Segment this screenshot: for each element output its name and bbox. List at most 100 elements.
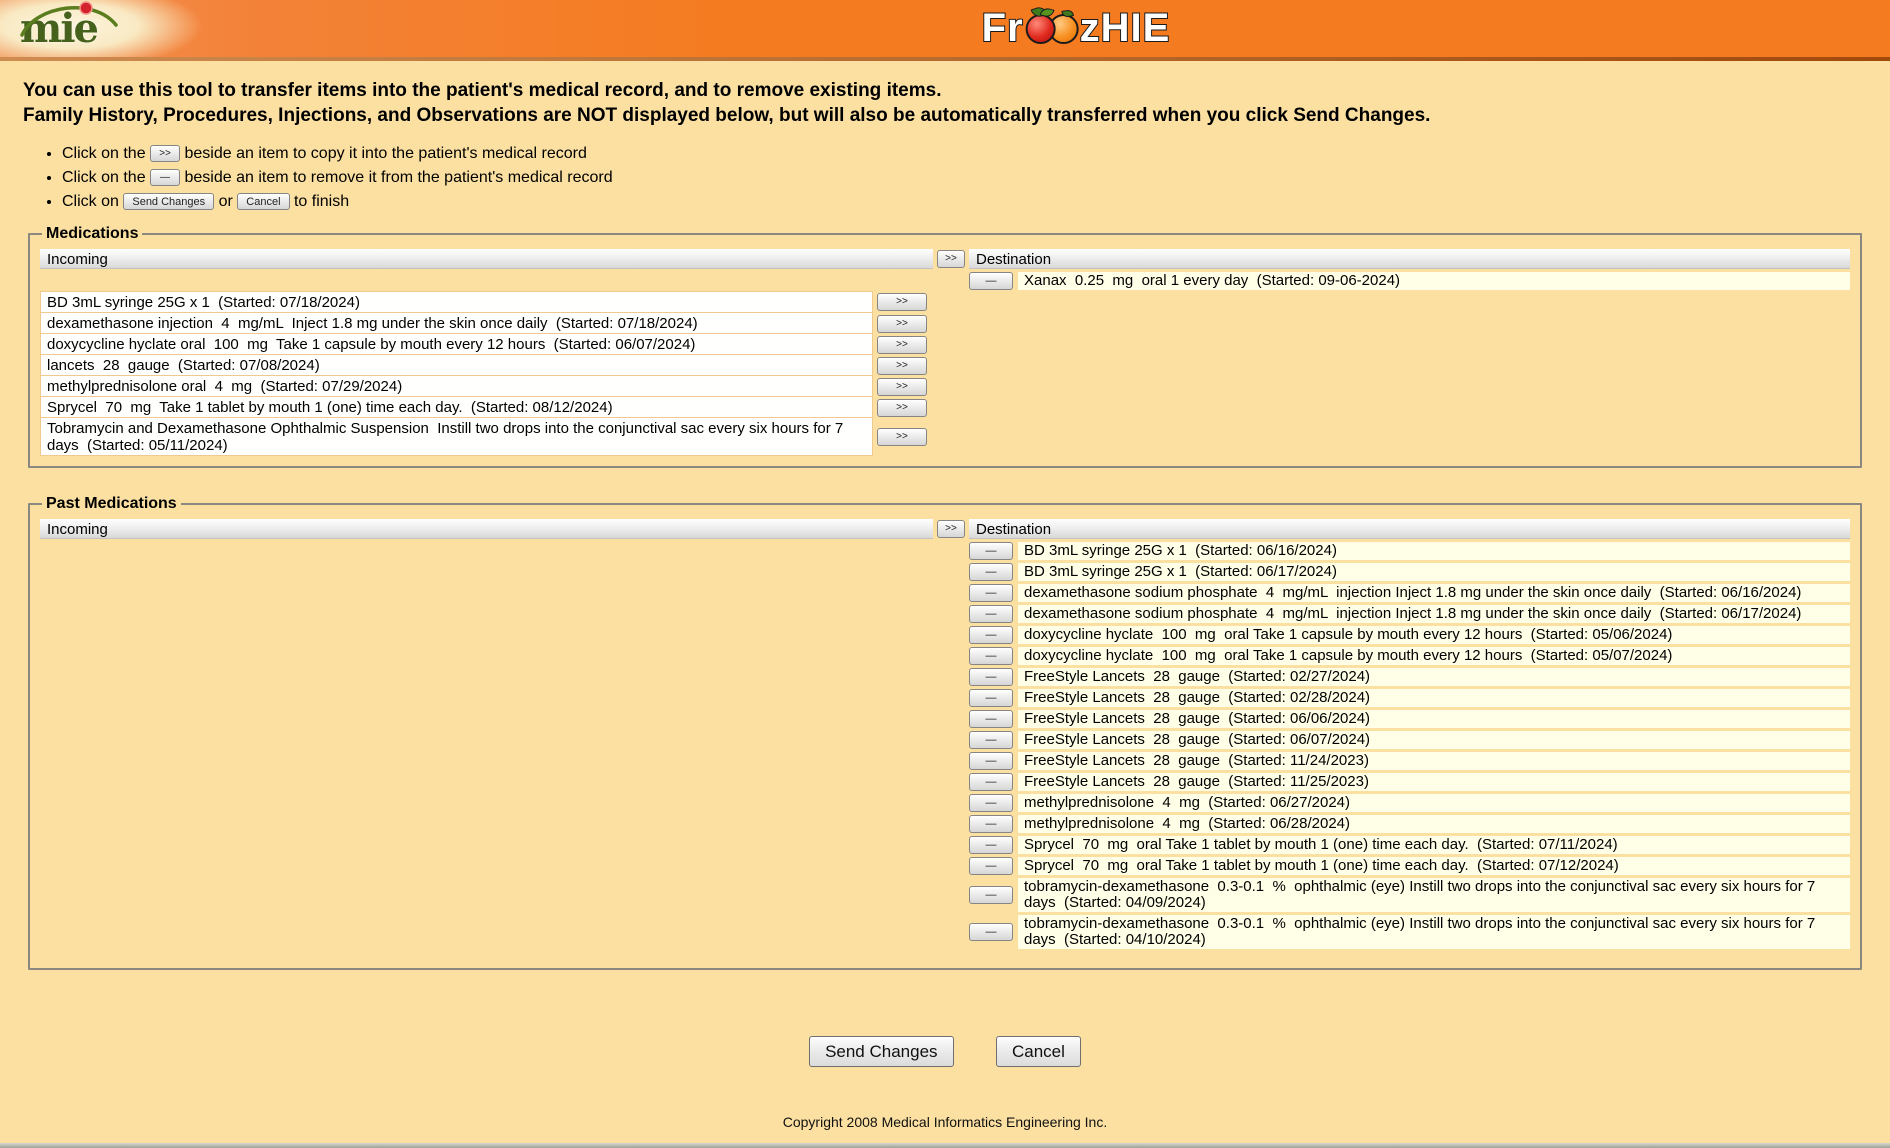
remove-item-button[interactable]: — [969,626,1013,644]
destination-medication-row: — Xanax 0.25 mg oral 1 every day (Starte… [969,272,1850,290]
incoming-medication-row: BD 3mL syringe 25G x 1 (Started: 07/18/2… [40,291,933,313]
destination-medication-text: FreeStyle Lancets 28 gauge (Started: 06/… [1018,731,1850,749]
destination-medication-text: Xanax 0.25 mg oral 1 every day (Started:… [1018,272,1850,290]
remove-item-button[interactable]: — [969,605,1013,623]
medications-section: Medications Incoming >> Destination BD 3… [28,225,1862,468]
remove-item-button[interactable]: — [969,794,1013,812]
remove-item-button[interactable]: — [969,752,1013,770]
incoming-medication-text: methylprednisolone oral 4 mg (Started: 0… [40,376,873,397]
destination-medication-text: tobramycin-dexamethasone 0.3-0.1 % ophth… [1018,878,1850,912]
incoming-medication-text: Sprycel 70 mg Take 1 tablet by mouth 1 (… [40,397,873,418]
destination-medication-row: — FreeStyle Lancets 28 gauge (Started: 1… [969,752,1850,770]
remove-item-button[interactable]: — [969,647,1013,665]
destination-medication-row: — FreeStyle Lancets 28 gauge (Started: 0… [969,710,1850,728]
copyright-text: Copyright 2008 Medical Informatics Engin… [0,1114,1890,1130]
remove-item-button[interactable]: — [969,710,1013,728]
past-medications-legend: Past Medications [42,495,181,513]
froozhie-logo-prefix: Fr [982,6,1024,50]
remove-item-button[interactable]: — [969,668,1013,686]
copy-item-button[interactable]: >> [877,293,927,311]
remove-item-button[interactable]: — [969,272,1013,290]
send-changes-button[interactable]: Send Changes [809,1036,953,1067]
destination-medication-text: Sprycel 70 mg oral Take 1 tablet by mout… [1018,836,1850,854]
destination-medication-row: — Sprycel 70 mg oral Take 1 tablet by mo… [969,836,1850,854]
destination-medication-row: — FreeStyle Lancets 28 gauge (Started: 0… [969,689,1850,707]
cancel-button[interactable]: Cancel [996,1036,1081,1067]
intro-line-2: Family History, Procedures, Injections, … [23,103,1866,128]
destination-medication-text: dexamethasone sodium phosphate 4 mg/mL i… [1018,584,1850,602]
destination-medication-row: — FreeStyle Lancets 28 gauge (Started: 0… [969,668,1850,686]
instruction-text: beside an item to remove it from the pat… [185,169,613,186]
remove-item-button[interactable]: — [969,731,1013,749]
destination-medication-text: FreeStyle Lancets 28 gauge (Started: 11/… [1018,752,1850,770]
destination-medication-text: FreeStyle Lancets 28 gauge (Started: 02/… [1018,689,1850,707]
remove-item-button[interactable]: — [969,886,1013,904]
apple-icon [1026,14,1056,44]
mie-logo: mie [12,1,124,56]
copy-item-button[interactable]: >> [877,428,927,446]
destination-medication-row: — dexamethasone sodium phosphate 4 mg/mL… [969,605,1850,623]
incoming-medication-row: doxycycline hyclate oral 100 mg Take 1 c… [40,334,933,355]
remove-item-button[interactable]: — [969,542,1013,560]
copy-item-button[interactable]: >> [877,399,927,417]
intro-text: You can use this tool to transfer items … [23,78,1866,128]
copy-item-button[interactable]: >> [877,378,927,396]
destination-medications-list: — Xanax 0.25 mg oral 1 every day (Starte… [969,272,1850,293]
copy-all-button[interactable]: >> [937,520,965,538]
instructions-list: Click on the >> beside an item to copy i… [62,143,1890,213]
past-medications-section: Past Medications Incoming >> Destination… [28,495,1862,970]
past-medications-column-headers: Incoming >> Destination [40,519,1850,539]
remove-item-button[interactable]: — [969,584,1013,602]
copy-item-button[interactable]: >> [877,357,927,375]
remove-item-button[interactable]: — [969,857,1013,875]
intro-line-1: You can use this tool to transfer items … [23,78,1866,103]
destination-medication-text: Sprycel 70 mg oral Take 1 tablet by mout… [1018,857,1850,875]
copy-all-button[interactable]: >> [937,250,965,268]
medications-legend: Medications [42,225,142,243]
remove-item-button[interactable]: — [969,923,1013,941]
remove-item-button[interactable]: — [969,563,1013,581]
copy-item-button[interactable]: >> [877,315,927,333]
destination-medication-row: — methylprednisolone 4 mg (Started: 06/2… [969,815,1850,833]
remove-item-button[interactable]: — [969,773,1013,791]
remove-item-button[interactable]: — [969,689,1013,707]
header-divider [0,57,1890,61]
copy-button-example: >> [150,145,180,162]
destination-medication-row: — BD 3mL syringe 25G x 1 (Started: 06/16… [969,542,1850,560]
bottom-bar [0,1143,1890,1148]
instruction-text: or [219,193,233,210]
destination-medication-row: — BD 3mL syringe 25G x 1 (Started: 06/17… [969,563,1850,581]
destination-medication-row: — tobramycin-dexamethasone 0.3-0.1 % oph… [969,878,1850,912]
incoming-medication-row: lancets 28 gauge (Started: 07/08/2024) >… [40,355,933,376]
instruction-text: Click on [62,193,119,210]
mie-orbit-icon [12,1,124,56]
medications-column-headers: Incoming >> Destination [40,249,1850,269]
destination-medication-text: doxycycline hyclate 100 mg oral Take 1 c… [1018,647,1850,665]
copy-item-button[interactable]: >> [877,336,927,354]
transfer-tool-page: mie FrzHIE You can use this tool to tran… [0,0,1890,1148]
destination-column-header: Destination [969,519,1850,539]
destination-medication-text: dexamethasone sodium phosphate 4 mg/mL i… [1018,605,1850,623]
instruction-copy: Click on the >> beside an item to copy i… [62,143,1890,165]
instruction-text: Click on the [62,145,146,162]
destination-medication-text: BD 3mL syringe 25G x 1 (Started: 06/16/2… [1018,542,1850,560]
incoming-medication-row: Sprycel 70 mg Take 1 tablet by mouth 1 (… [40,397,933,418]
incoming-column-header: Incoming [40,249,933,269]
form-actions: Send Changes Cancel [0,1036,1890,1067]
destination-medication-text: FreeStyle Lancets 28 gauge (Started: 11/… [1018,773,1850,791]
incoming-medication-text: doxycycline hyclate oral 100 mg Take 1 c… [40,334,873,355]
instruction-text: Click on the [62,169,146,186]
destination-medication-text: tobramycin-dexamethasone 0.3-0.1 % ophth… [1018,915,1850,949]
app-header: mie FrzHIE [0,0,1890,57]
destination-medication-text: methylprednisolone 4 mg (Started: 06/27/… [1018,794,1850,812]
remove-button-example: — [150,169,180,186]
incoming-medication-row: Tobramycin and Dexamethasone Ophthalmic … [40,418,933,456]
destination-column-header: Destination [969,249,1850,269]
destination-medication-row: — doxycycline hyclate 100 mg oral Take 1… [969,626,1850,644]
destination-medication-text: FreeStyle Lancets 28 gauge (Started: 06/… [1018,710,1850,728]
incoming-medication-text: Tobramycin and Dexamethasone Ophthalmic … [40,418,873,456]
remove-item-button[interactable]: — [969,836,1013,854]
incoming-medication-text: dexamethasone injection 4 mg/mL Inject 1… [40,313,873,334]
remove-item-button[interactable]: — [969,815,1013,833]
incoming-column-header: Incoming [40,519,933,539]
